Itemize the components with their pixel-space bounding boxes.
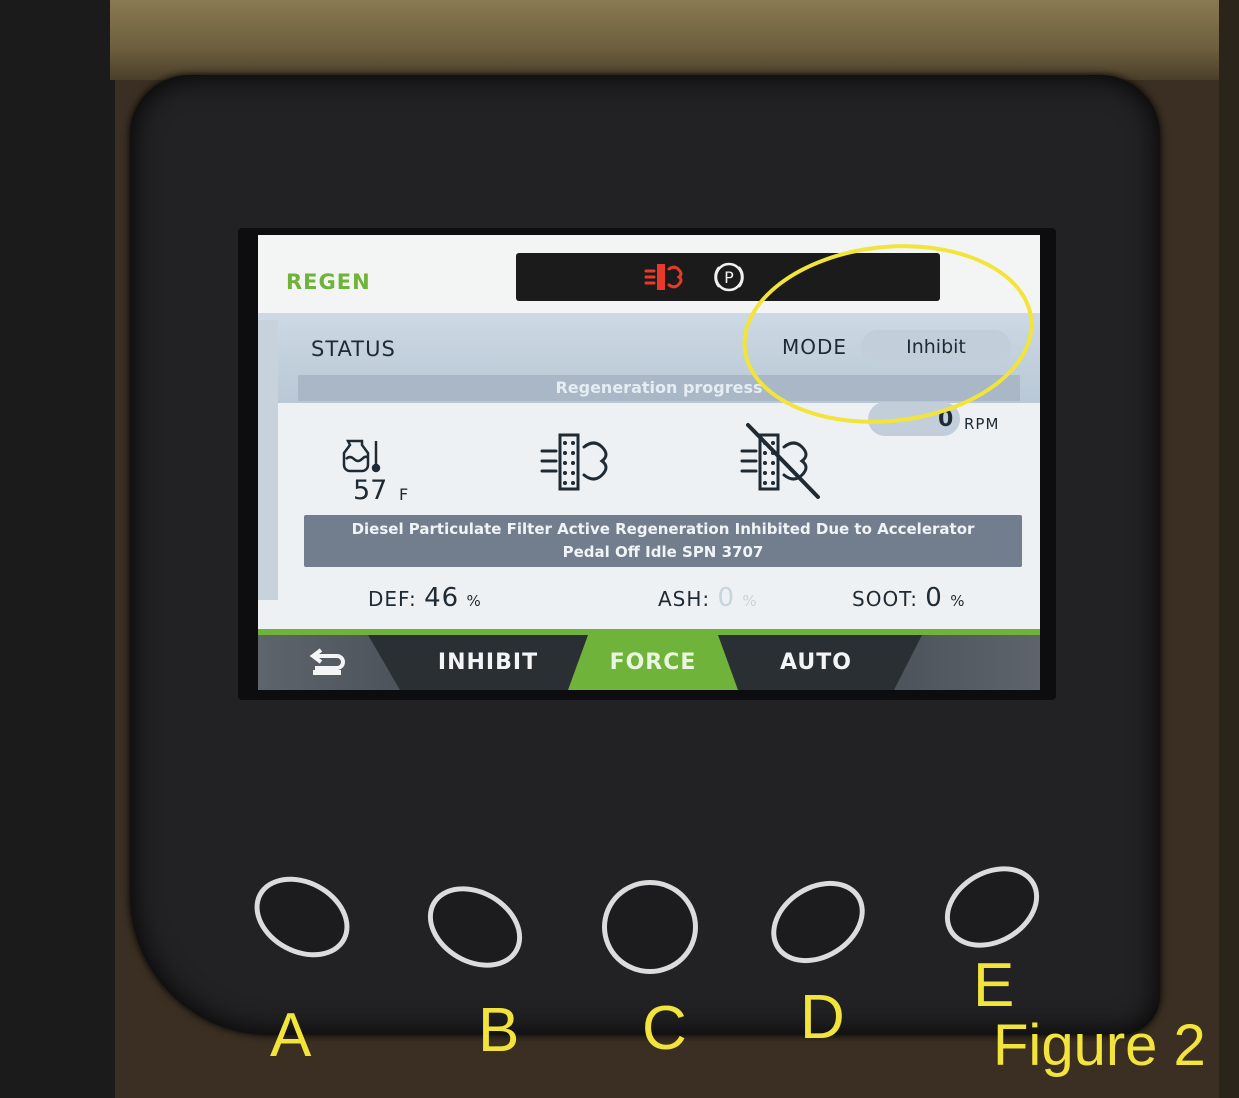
ash-unit: % <box>742 592 758 610</box>
page-title: REGEN <box>286 270 371 294</box>
figure-caption: Figure 2 <box>993 1013 1206 1078</box>
parking-brake-icon: P <box>714 262 744 292</box>
def-unit: % <box>466 592 482 610</box>
temperature-unit: F <box>399 485 409 504</box>
dpf-regen-inhibited-icon <box>740 423 820 499</box>
soot-unit: % <box>950 592 966 610</box>
temperature-value: 57 <box>353 475 388 506</box>
fault-message: Diesel Particulate Filter Active Regener… <box>304 515 1022 567</box>
dpf-filter-icon <box>540 433 608 491</box>
fault-message-line-1: Diesel Particulate Filter Active Regener… <box>351 520 975 538</box>
ash-label: ASH: <box>658 587 711 611</box>
soot-value: 0 <box>925 583 943 613</box>
def-level: DEF: 46 % <box>368 583 482 613</box>
back-arrow-icon <box>309 648 345 675</box>
button-label-d: D <box>800 983 845 1052</box>
parking-symbol: P <box>724 268 734 287</box>
rpm-unit: RPM <box>964 415 1000 433</box>
soot-label: SOOT: <box>852 587 918 611</box>
def-value: 46 <box>424 583 460 613</box>
engine-coolant-temperature-icon <box>342 439 381 473</box>
side-strip <box>258 320 278 600</box>
ash-value: 0 <box>717 583 736 613</box>
dpf-regen-icon <box>644 264 683 290</box>
auto-softkey[interactable]: AUTO <box>738 635 894 690</box>
photo-background-right <box>1219 0 1239 1098</box>
button-label-c: C <box>642 994 687 1063</box>
fault-message-line-2: Pedal Off Idle SPN 3707 <box>562 543 764 561</box>
hardware-button-c[interactable] <box>602 880 698 974</box>
soot-level: SOOT: 0 % <box>852 583 965 613</box>
ash-level: ASH: 0 % <box>658 583 758 613</box>
force-softkey[interactable]: FORCE <box>568 635 738 690</box>
status-label: STATUS <box>311 337 396 361</box>
photo-background-top <box>110 0 1239 80</box>
button-label-e: E <box>973 951 1015 1020</box>
button-label-a: A <box>270 1001 312 1070</box>
photo-background-left <box>0 0 115 1098</box>
button-label-b: B <box>478 996 520 1065</box>
inhibit-softkey[interactable]: INHIBIT <box>408 635 568 690</box>
def-label: DEF: <box>368 587 417 611</box>
